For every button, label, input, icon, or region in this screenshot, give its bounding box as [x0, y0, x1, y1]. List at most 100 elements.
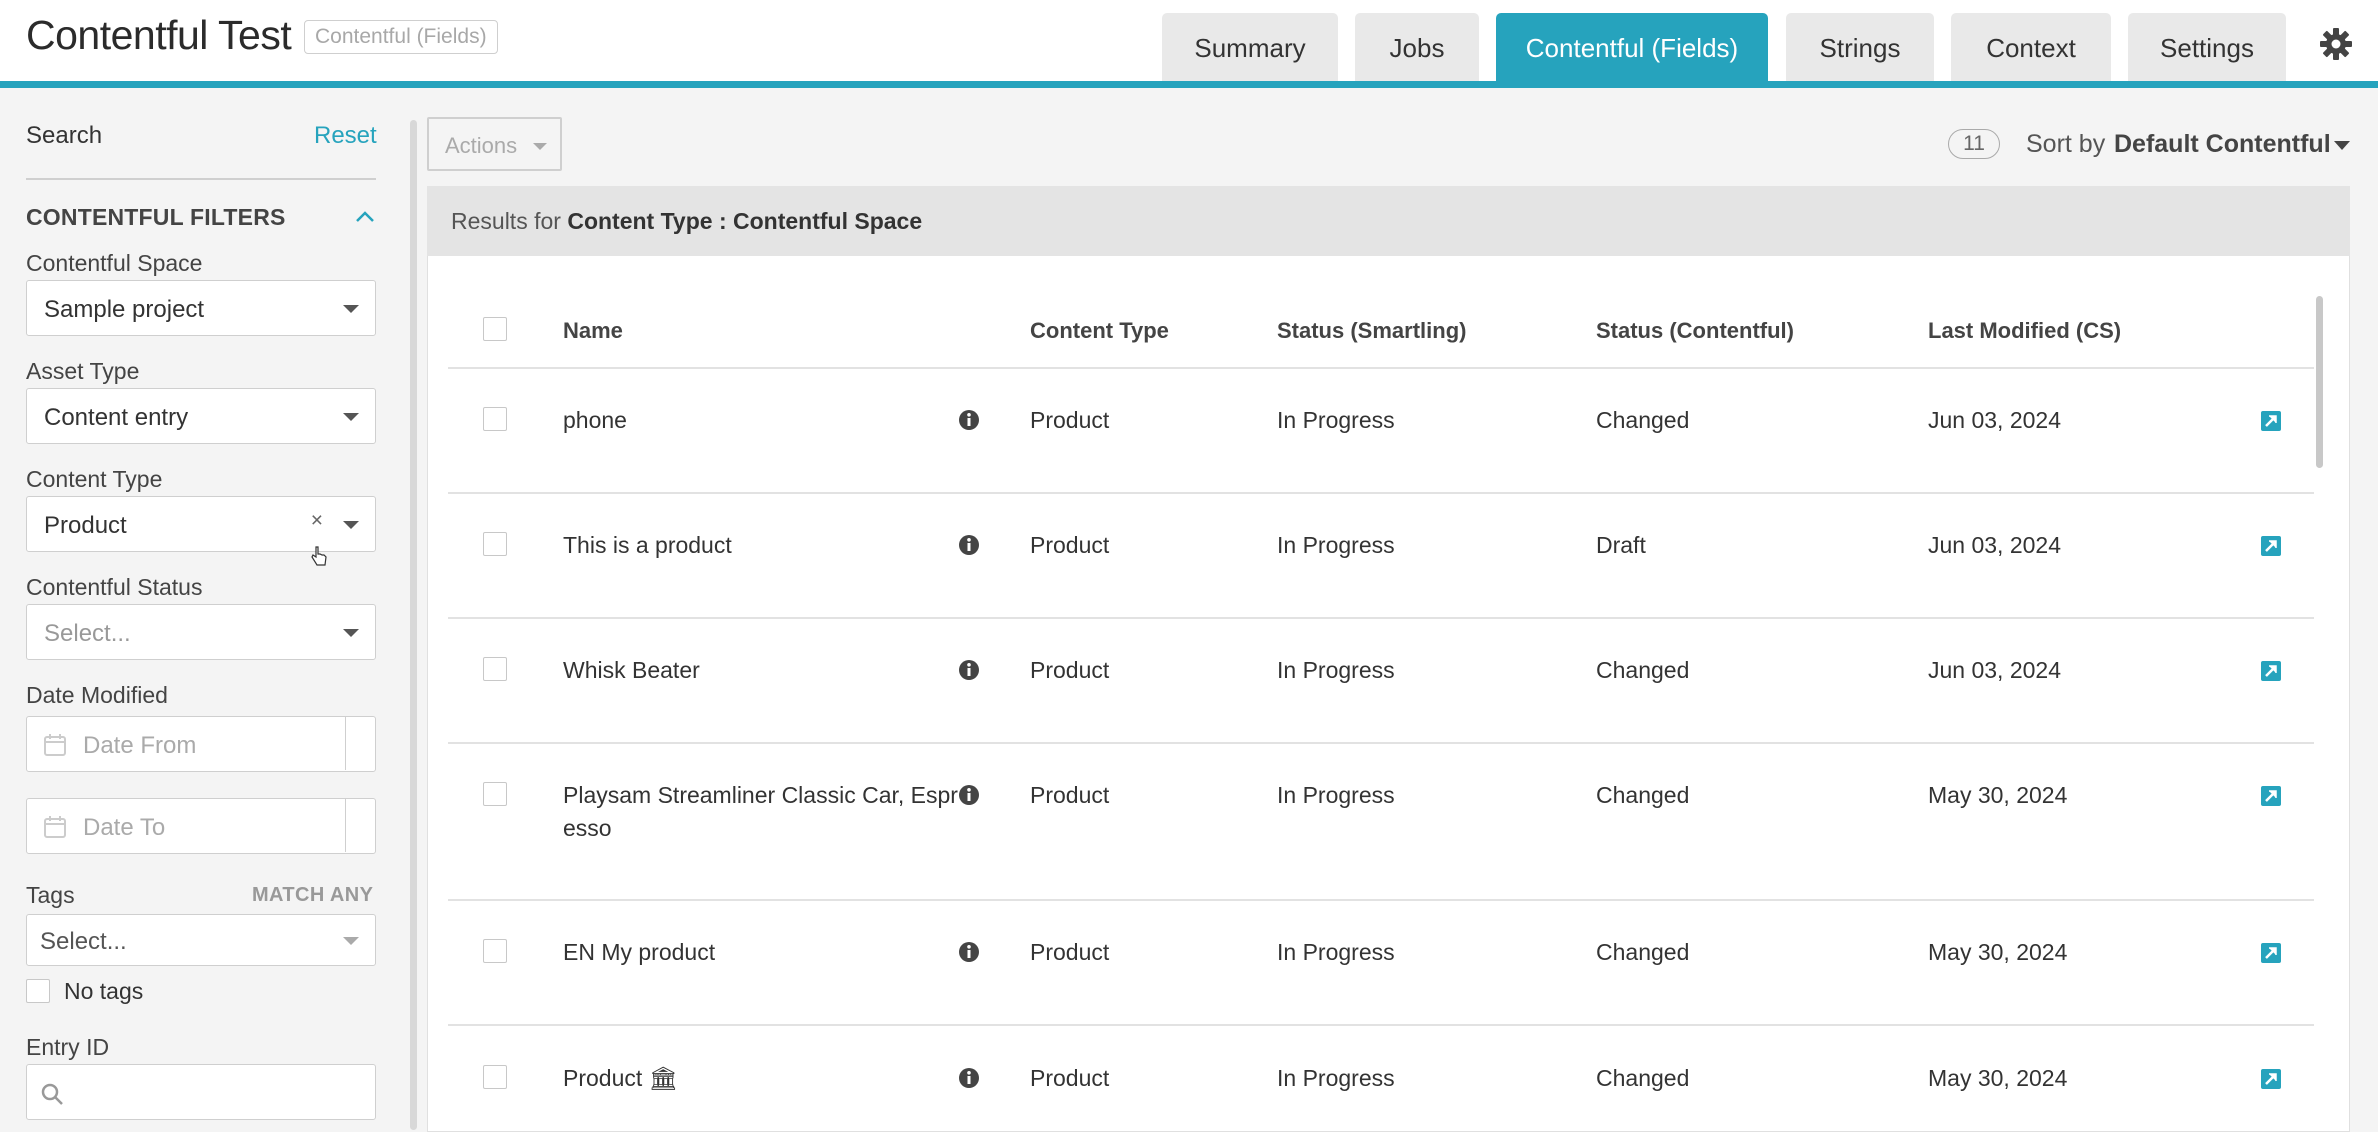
entry-last-modified: Jun 03, 2024	[1928, 657, 2062, 683]
clear-icon[interactable]: ×	[311, 509, 323, 533]
tab-settings[interactable]: Settings	[2128, 13, 2286, 81]
entry-status-contentful: Changed	[1596, 782, 1690, 808]
info-icon[interactable]	[958, 1067, 980, 1089]
chevron-down-icon	[343, 305, 359, 313]
chevron-down-icon	[343, 629, 359, 637]
entry-status-contentful: Changed	[1596, 657, 1690, 683]
tab-strings[interactable]: Strings	[1786, 13, 1934, 81]
sidebar-scrollbar[interactable]	[410, 120, 417, 1130]
asset-type-select-value: Content entry	[44, 404, 189, 431]
tags-select-placeholder: Select...	[40, 928, 127, 955]
entry-last-modified: Jun 03, 2024	[1928, 532, 2062, 558]
row-checkbox[interactable]	[483, 1065, 507, 1089]
tab-contentful-fields[interactable]: Contentful (Fields)	[1496, 13, 1768, 81]
tab-context[interactable]: Context	[1951, 13, 2111, 81]
row-checkbox[interactable]	[483, 657, 507, 681]
entry-status-smartling: In Progress	[1277, 782, 1395, 808]
entry-status-contentful: Changed	[1596, 1065, 1690, 1091]
date-to-input[interactable]: Date To	[26, 798, 376, 854]
entry-status-smartling: In Progress	[1277, 657, 1395, 683]
chevron-down-icon[interactable]	[2334, 141, 2350, 150]
entry-name[interactable]: Playsam Streamliner Classic Car, Espr	[563, 782, 958, 809]
entry-content-type: Product	[1030, 939, 1110, 965]
calendar-icon	[44, 816, 66, 838]
row-checkbox[interactable]	[483, 939, 507, 963]
entry-content-type: Product	[1030, 532, 1110, 558]
table-scrollbar[interactable]	[2316, 296, 2323, 468]
external-link-icon[interactable]	[2260, 660, 2282, 682]
divider	[448, 367, 2314, 369]
entry-status-smartling: In Progress	[1277, 407, 1395, 433]
chevron-down-icon	[343, 521, 359, 529]
tab-summary[interactable]: Summary	[1162, 13, 1338, 81]
divider	[448, 742, 2314, 744]
entry-name[interactable]: Product 🏛	[563, 1065, 678, 1092]
result-count-badge: 11	[1948, 129, 2000, 159]
tab-jobs[interactable]: Jobs	[1355, 13, 1479, 81]
asset-type-select[interactable]: Content entry	[26, 388, 376, 444]
info-icon[interactable]	[958, 784, 980, 806]
gear-icon[interactable]	[2316, 24, 2356, 64]
app-header: Contentful Test Contentful (Fields) Summ…	[0, 0, 2378, 88]
info-icon[interactable]	[958, 659, 980, 681]
external-link-icon[interactable]	[2260, 785, 2282, 807]
section-title-contentful-filters: CONTENTFUL FILTERS	[26, 204, 286, 230]
entry-content-type: Product	[1030, 407, 1110, 433]
row-checkbox[interactable]	[483, 782, 507, 806]
no-tags-checkbox[interactable]	[26, 979, 50, 1003]
entry-last-modified: May 30, 2024	[1928, 939, 2068, 965]
sort-label: Sort by	[2026, 130, 2106, 158]
content-type-label: Content Type	[26, 466, 163, 492]
column-header-status-contentful[interactable]: Status (Contentful)	[1596, 318, 1794, 344]
tags-select[interactable]: Select...	[26, 914, 376, 966]
info-icon[interactable]	[958, 534, 980, 556]
entry-name[interactable]: EN My product	[563, 939, 715, 966]
content-type-select-value: Product	[44, 512, 127, 539]
space-select[interactable]: Sample project	[26, 280, 376, 336]
entry-name[interactable]: phone	[563, 407, 627, 434]
chevron-up-icon[interactable]	[354, 208, 376, 226]
divider	[448, 492, 2314, 494]
results-text: Results for Content Type : Contentful Sp…	[451, 208, 922, 235]
sort-select[interactable]: Default Contentful	[2114, 130, 2331, 159]
entry-content-type: Product	[1030, 782, 1110, 808]
external-link-icon[interactable]	[2260, 410, 2282, 432]
entry-id-input[interactable]	[26, 1064, 376, 1120]
column-header-content-type[interactable]: Content Type	[1030, 318, 1169, 344]
entry-name-continued[interactable]: esso	[563, 815, 612, 842]
entry-status-contentful: Changed	[1596, 939, 1690, 965]
page-title: Contentful Test	[26, 12, 292, 58]
column-header-status-smartling[interactable]: Status (Smartling)	[1277, 318, 1466, 344]
results-header: Results for Content Type : Contentful Sp…	[427, 186, 2350, 256]
date-from-input[interactable]: Date From	[26, 716, 376, 772]
entry-name[interactable]: This is a product	[563, 532, 732, 559]
column-header-last-modified[interactable]: Last Modified (CS)	[1928, 318, 2121, 344]
actions-dropdown[interactable]: Actions	[427, 117, 562, 171]
content-type-select[interactable]: Product ×	[26, 496, 376, 552]
search-heading: Search	[26, 122, 103, 149]
info-icon[interactable]	[958, 409, 980, 431]
asset-type-label: Asset Type	[26, 358, 140, 384]
divider	[448, 1024, 2314, 1026]
match-any-toggle[interactable]: MATCH ANY	[252, 884, 373, 907]
search-icon	[41, 1083, 63, 1105]
filter-sidebar: Search Reset CONTENTFUL FILTERS Contentf…	[0, 88, 417, 1132]
row-checkbox[interactable]	[483, 532, 507, 556]
entry-status-contentful: Draft	[1596, 532, 1646, 558]
select-all-checkbox[interactable]	[483, 317, 507, 341]
column-header-name[interactable]: Name	[563, 318, 623, 344]
external-link-icon[interactable]	[2260, 1068, 2282, 1090]
space-select-value: Sample project	[44, 296, 205, 323]
input-addon	[345, 799, 375, 852]
reset-link[interactable]: Reset	[314, 122, 377, 150]
calendar-icon	[44, 734, 66, 756]
status-select[interactable]: Select...	[26, 604, 376, 660]
entry-last-modified: May 30, 2024	[1928, 782, 2068, 808]
external-link-icon[interactable]	[2260, 942, 2282, 964]
external-link-icon[interactable]	[2260, 535, 2282, 557]
row-checkbox[interactable]	[483, 407, 507, 431]
entry-name[interactable]: Whisk Beater	[563, 657, 700, 684]
actions-label: Actions	[445, 133, 518, 158]
info-icon[interactable]	[958, 941, 980, 963]
entry-status-contentful: Changed	[1596, 407, 1690, 433]
